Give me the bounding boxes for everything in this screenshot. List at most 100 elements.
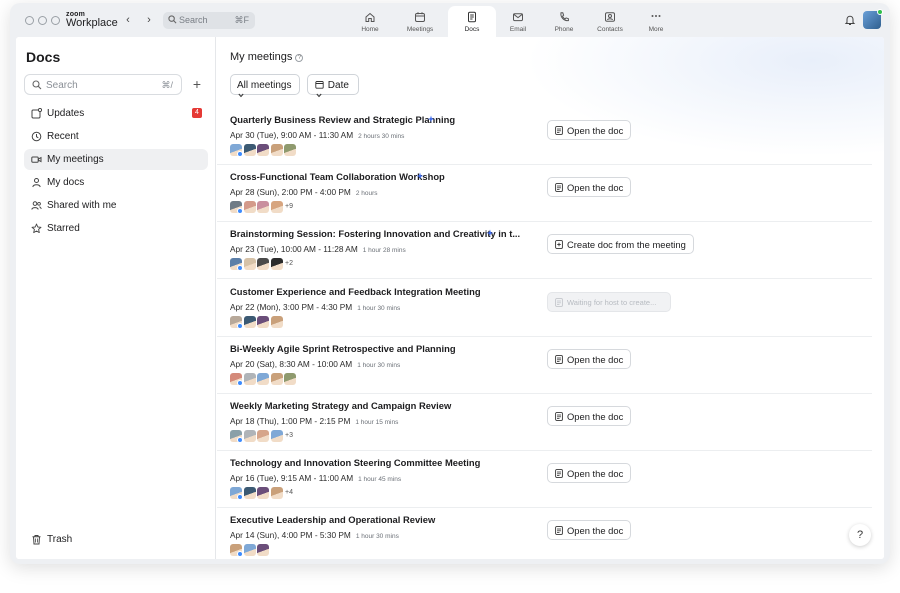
meeting-title[interactable]: Cross-Functional Team Collaboration Work… [230,171,445,182]
sidebar-search-shortcut: ⌘/ [161,80,173,90]
close-window-button[interactable] [25,16,34,25]
meeting-row[interactable]: Technology and Innovation Steering Commi… [217,451,872,509]
participant-avatar[interactable] [243,430,256,442]
participant-avatar[interactable] [257,201,269,214]
nav-tab-docs[interactable]: Docs [448,6,496,37]
meeting-row[interactable]: Bi-Weekly Agile Sprint Retrospective and… [217,337,872,394]
sidebar-title: Docs [26,49,61,65]
meeting-row[interactable]: Executive Leadership and Operational Rev… [217,508,872,559]
participant-avatar[interactable] [230,544,243,558]
participant-avatar[interactable] [257,258,269,271]
participant-avatar[interactable] [270,372,283,385]
meeting-title[interactable]: Weekly Marketing Strategy and Campaign R… [230,400,451,411]
participant-avatar[interactable] [230,372,243,386]
meeting-row[interactable]: Brainstorming Session: Fostering Innovat… [217,222,872,280]
nav-tab-label: Home [361,26,379,33]
participant-avatar[interactable] [270,144,283,156]
participant-avatar[interactable] [270,430,283,442]
help-circle-icon[interactable]: ? [295,54,304,62]
participant-avatar[interactable] [230,315,243,329]
add-doc-button[interactable]: + [188,76,206,94]
participant-avatar[interactable] [243,487,256,500]
participant-avatar[interactable] [270,201,283,214]
open-doc-button[interactable]: Open the doc [547,177,632,198]
participant-avatar[interactable] [243,372,256,385]
mail-icon [513,13,523,22]
nav-tab-phone[interactable]: Phone [540,6,588,37]
video-icon [31,156,42,163]
sidebar-item-my-meetings[interactable]: My meetings [24,149,208,170]
nav-tab-home[interactable]: Home [346,6,394,37]
participant-avatar[interactable] [270,315,283,328]
minimize-window-button[interactable] [38,16,47,25]
participant-avatar[interactable] [257,544,269,557]
meeting-row[interactable]: Weekly Marketing Strategy and Campaign R… [217,394,872,451]
meeting-title[interactable]: Technology and Innovation Steering Commi… [230,457,480,468]
page-title: My meetings? [230,51,304,63]
sidebar-item-shared-with-me[interactable]: Shared with me [24,195,208,216]
all-meetings-dropdown[interactable]: All meetings [230,74,300,98]
meeting-title[interactable]: Quarterly Business Review and Strategic … [230,114,455,125]
participant-avatar[interactable] [230,258,243,272]
action-button-label: Waiting for host to create... [567,297,657,307]
sidebar-item-starred[interactable]: Starred [24,218,208,239]
meeting-title[interactable]: Bi-Weekly Agile Sprint Retrospective and… [230,343,456,354]
participant-avatar[interactable] [270,258,283,271]
participant-avatar[interactable] [284,144,296,156]
sidebar-item-label: Recent [47,131,79,142]
meeting-row[interactable]: Quarterly Business Review and Strategic … [217,108,872,165]
page-title-text: My meetings [230,51,293,63]
sidebar-item-recent[interactable]: Recent [24,126,208,147]
people-icon [31,201,42,210]
maximize-window-button[interactable] [51,16,60,25]
nav-tab-email[interactable]: Email [494,6,542,37]
meeting-duration: 2 hours 30 mins [358,133,405,140]
help-button[interactable]: ? [849,524,871,546]
meeting-duration: 1 hour 28 mins [362,247,406,255]
create-doc-button[interactable]: Create doc from the meeting [547,234,694,255]
nav-tab-meetings[interactable]: Meetings [396,6,444,37]
open-doc-button[interactable]: Open the doc [547,463,632,484]
participant-avatar[interactable] [243,544,256,557]
more-participants-count: +4 [285,489,293,497]
meeting-title[interactable]: Executive Leadership and Operational Rev… [230,514,435,525]
date-dropdown[interactable]: Date [307,74,359,98]
participant-avatar[interactable] [257,144,269,156]
participant-avatar[interactable] [243,315,256,328]
open-doc-button[interactable]: Open the doc [547,520,632,541]
meeting-row[interactable]: Customer Experience and Feedback Integra… [217,280,872,337]
meeting-title[interactable]: Customer Experience and Feedback Integra… [230,286,481,297]
participant-avatar[interactable] [257,315,269,328]
sidebar-item-trash[interactable]: Trash [24,529,208,550]
sidebar-item-updates[interactable]: Updates 4 [24,103,208,124]
nav-tab-contacts[interactable]: Contacts [586,6,634,37]
participant-avatar[interactable] [243,258,256,271]
meeting-row[interactable]: Cross-Functional Team Collaboration Work… [217,165,872,223]
sidebar-item-label: My docs [47,177,85,188]
participant-avatar[interactable] [230,430,243,443]
forward-arrow-icon[interactable]: › [143,14,155,26]
participant-avatar[interactable] [243,144,256,156]
action-button-label: Open the doc [567,411,624,422]
participant-avatar[interactable] [270,487,283,500]
participant-avatar[interactable] [284,372,296,385]
contacts-icon [605,12,615,22]
participant-avatar[interactable] [230,201,243,215]
back-arrow-icon[interactable]: ‹ [122,14,134,26]
open-doc-button[interactable]: Open the doc [547,120,632,140]
open-doc-button[interactable]: Open the doc [547,348,632,369]
open-doc-button[interactable]: Open the doc [547,406,632,426]
participant-avatar[interactable] [230,487,243,501]
user-avatar[interactable] [863,9,883,29]
participant-avatar[interactable] [257,430,269,442]
participant-avatar[interactable] [257,487,269,500]
participant-avatar[interactable] [243,201,256,214]
sidebar-item-my-docs[interactable]: My docs [24,172,208,193]
global-search[interactable]: Search ⌘F [163,12,255,29]
participant-avatar[interactable] [257,372,269,385]
meeting-title[interactable]: Brainstorming Session: Fostering Innovat… [230,228,520,239]
nav-tab-more[interactable]: More [632,6,680,37]
bell-icon[interactable] [844,14,856,26]
participant-avatar[interactable] [230,144,243,157]
sidebar-search-input[interactable]: Search ⌘/ [24,74,182,95]
